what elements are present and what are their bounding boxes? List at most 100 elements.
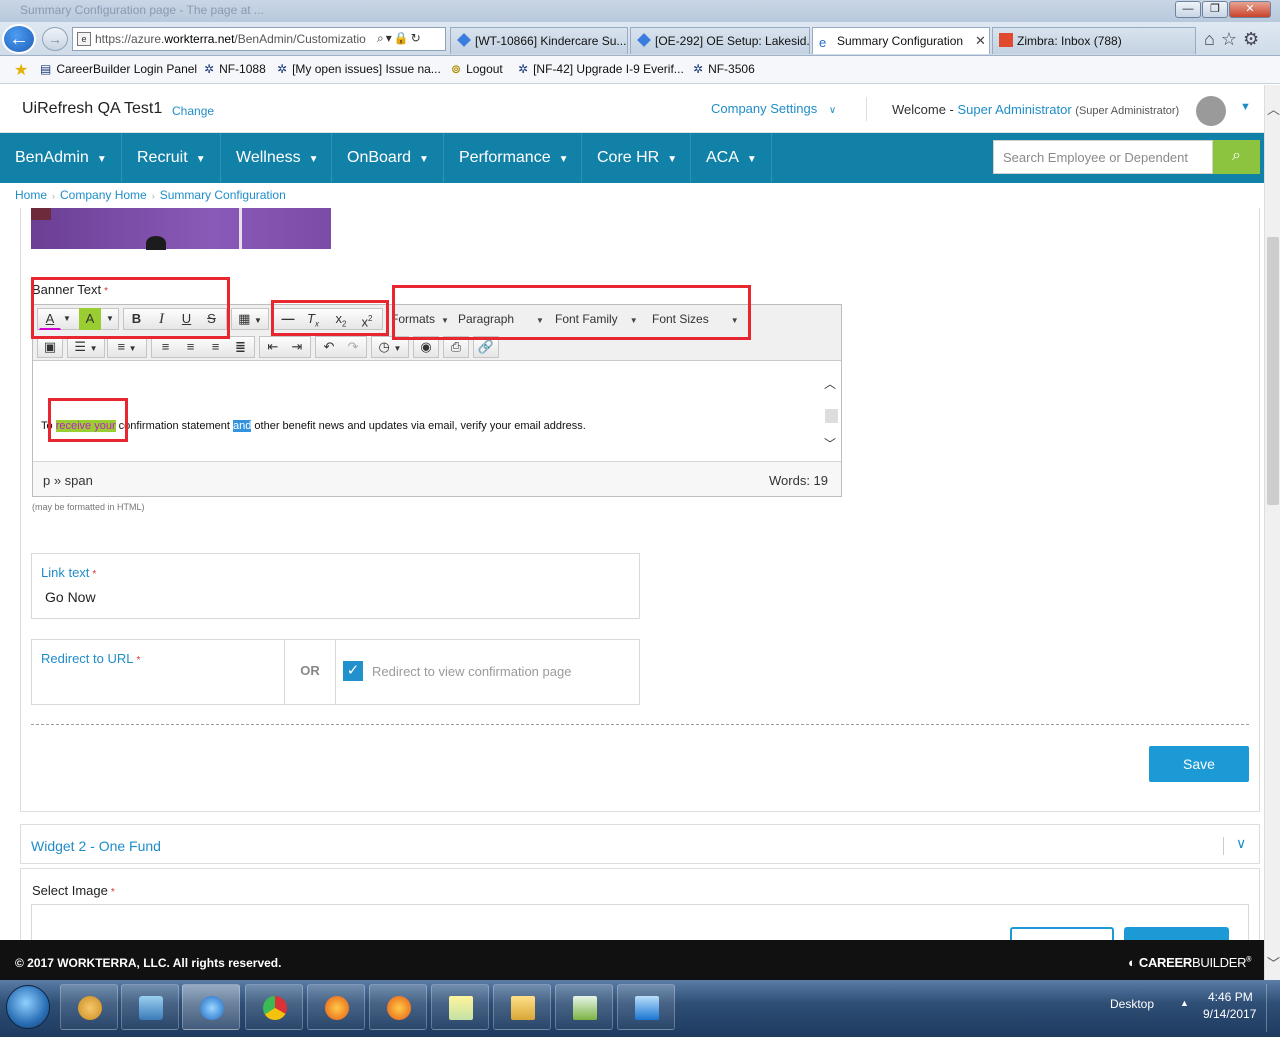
nav-aca[interactable]: ACA ▼	[691, 133, 772, 183]
save-button[interactable]: Save	[1149, 746, 1249, 782]
taskbar-firefox-icon[interactable]	[307, 984, 365, 1030]
address-bar[interactable]: e https://azure.workterra.net/BenAdmin/C…	[72, 27, 446, 51]
indent-icon[interactable]: ⇥	[285, 336, 309, 358]
browser-tab-wt10866[interactable]: [WT-10866] Kindercare Su...	[450, 27, 628, 54]
address-tools-icon[interactable]: ⌕▾🔒↻	[377, 31, 423, 46]
link-text-value[interactable]: Go Now	[45, 589, 96, 605]
image-detail	[239, 208, 242, 249]
scroll-up-icon[interactable]: ︿	[1267, 99, 1280, 118]
fav-logout[interactable]: ⊚ Logout	[451, 62, 503, 76]
browser-tab-summary-configuration[interactable]: e Summary Configuration ✕	[812, 27, 990, 54]
page-icon: ▤	[40, 62, 52, 76]
jira-bug-icon: ✲	[518, 62, 529, 76]
chevron-down-icon: ▼	[195, 154, 206, 165]
scroll-thumb[interactable]	[1267, 237, 1279, 505]
favorites-star-icon[interactable]: ☆	[1221, 29, 1243, 49]
clock-date[interactable]: 9/14/2017	[1203, 1007, 1256, 1021]
annotation-box	[271, 300, 389, 336]
clock-time[interactable]: 4:46 PM	[1208, 990, 1253, 1004]
taskbar-firefox-icon[interactable]	[369, 984, 427, 1030]
taskbar-chrome-icon[interactable]	[245, 984, 303, 1030]
back-arrow-icon[interactable]: ←	[2, 24, 36, 54]
taskbar-ie-icon[interactable]	[182, 984, 240, 1030]
add-favorite-star-icon[interactable]: ★	[14, 60, 28, 80]
nav-onboard[interactable]: OnBoard ▼	[332, 133, 444, 183]
bullet-list-icon[interactable]: ☰ ▼	[67, 336, 105, 358]
fav-nf-42[interactable]: ✲ [NF-42] Upgrade I-9 Everif...	[518, 62, 684, 76]
windows-start-icon[interactable]	[6, 985, 50, 1029]
search-icon[interactable]: ⌕	[1213, 140, 1260, 174]
numbered-list-icon[interactable]: ≡ ▼	[107, 336, 147, 358]
link-text-field[interactable]: Link text * Go Now	[31, 553, 640, 619]
company-name: UiRefresh QA Test1	[22, 100, 163, 117]
restore-button[interactable]: ❐	[1202, 1, 1228, 18]
fav-my-open-issues[interactable]: ✲ [My open issues] Issue na...	[277, 62, 441, 76]
nav-performance[interactable]: Performance ▼	[444, 133, 582, 183]
scroll-down-icon[interactable]: ﹀	[824, 435, 836, 452]
word-count: Words: 19	[769, 473, 829, 488]
redirect-confirmation-checkbox[interactable]: ✓	[343, 661, 363, 681]
scroll-up-icon[interactable]: ︿	[824, 375, 836, 392]
align-center-icon[interactable]: ≡	[178, 336, 203, 358]
editor-content-area[interactable]: To receive your confirmation statement a…	[33, 361, 841, 461]
taskbar-app-icon[interactable]	[121, 984, 179, 1030]
scroll-thumb[interactable]	[825, 409, 838, 423]
widget2-title: Widget 2 - One Fund	[31, 838, 161, 854]
change-company-link[interactable]: Change	[172, 104, 214, 118]
editor-scrollbar[interactable]: ︿ ﹀	[823, 369, 839, 455]
logo-mark-icon: ◐	[1128, 955, 1139, 970]
nav-recruit[interactable]: Recruit ▼	[122, 133, 221, 183]
page-scrollbar[interactable]: ︿ ﹀	[1264, 85, 1280, 980]
taskbar-picture-icon[interactable]	[617, 984, 675, 1030]
nav-core-hr[interactable]: Core HR ▼	[582, 133, 691, 183]
fav-nf-3506[interactable]: ✲ NF-3506	[693, 62, 755, 76]
page-footer: © 2017 WORKTERRA, LLC. All rights reserv…	[0, 940, 1264, 980]
justify-icon[interactable]: ≣	[228, 336, 253, 358]
nav-benadmin[interactable]: BenAdmin ▼	[0, 133, 122, 183]
paste-icon[interactable]: ▣	[37, 336, 63, 358]
breadcrumb-company-home[interactable]: Company Home	[60, 188, 147, 202]
user-name-link[interactable]: Super Administrator	[958, 102, 1072, 117]
chevron-down-icon: ▼	[419, 154, 429, 165]
fav-nf-1088[interactable]: ✲ NF-1088	[204, 62, 266, 76]
undo-icon[interactable]: ↶	[317, 336, 341, 358]
avatar[interactable]	[1196, 96, 1226, 126]
search-input[interactable]: Search Employee or Dependent	[993, 140, 1213, 174]
chevron-down-icon[interactable]: ∨	[1236, 835, 1246, 852]
taskbar-explorer-icon[interactable]	[493, 984, 551, 1030]
forward-arrow-icon[interactable]: →	[42, 27, 68, 51]
editor-statusbar: p » span Words: 19	[33, 461, 841, 496]
nav-wellness[interactable]: Wellness ▼	[221, 133, 332, 183]
settings-gear-icon[interactable]: ⚙	[1243, 29, 1265, 49]
close-tab-icon[interactable]: ✕	[975, 28, 986, 54]
fav-careerbuilder-login[interactable]: ▤ CareerBuilder Login Panel	[40, 62, 197, 76]
browser-tab-zimbra[interactable]: Zimbra: Inbox (788)	[992, 27, 1196, 54]
chevron-right-icon: ›	[52, 191, 56, 201]
image-detail	[146, 236, 166, 250]
scroll-down-icon[interactable]: ﹀	[1267, 953, 1280, 972]
align-right-icon[interactable]: ≡	[203, 336, 228, 358]
taskbar-calculator-icon[interactable]	[555, 984, 613, 1030]
jira-bug-icon: ✲	[277, 62, 288, 76]
show-desktop-button[interactable]	[1266, 984, 1278, 1032]
desktop-toolbar-label[interactable]: Desktop	[1110, 997, 1154, 1011]
breadcrumb-summary-configuration[interactable]: Summary Configuration	[160, 188, 286, 202]
close-window-button[interactable]: ✕	[1229, 1, 1271, 18]
outdent-icon[interactable]: ⇤	[261, 336, 285, 358]
redo-icon[interactable]: ↷	[341, 336, 365, 358]
redirect-confirmation-label[interactable]: Redirect to view confirmation page	[372, 664, 571, 679]
taskbar-paint-icon[interactable]	[60, 984, 118, 1030]
company-settings-menu[interactable]: Company Settings ∨	[711, 101, 836, 116]
table-icon[interactable]: ▦ ▼	[231, 308, 269, 330]
minimize-button[interactable]: —	[1175, 1, 1201, 18]
ie-page-icon: e	[819, 35, 827, 50]
caret-up-icon[interactable]: ▲	[1180, 998, 1189, 1008]
widget2-header[interactable]: Widget 2 - One Fund ∨	[20, 824, 1260, 864]
breadcrumb-home[interactable]: Home	[15, 188, 47, 202]
taskbar-notes-icon[interactable]	[431, 984, 489, 1030]
home-icon[interactable]: ⌂	[1204, 29, 1221, 49]
align-left-icon[interactable]: ≡	[153, 336, 178, 358]
image-detail	[31, 208, 51, 220]
caret-down-icon[interactable]: ▼	[1240, 101, 1251, 113]
browser-tab-oe292[interactable]: [OE-292] OE Setup: Lakesid...	[630, 27, 810, 54]
